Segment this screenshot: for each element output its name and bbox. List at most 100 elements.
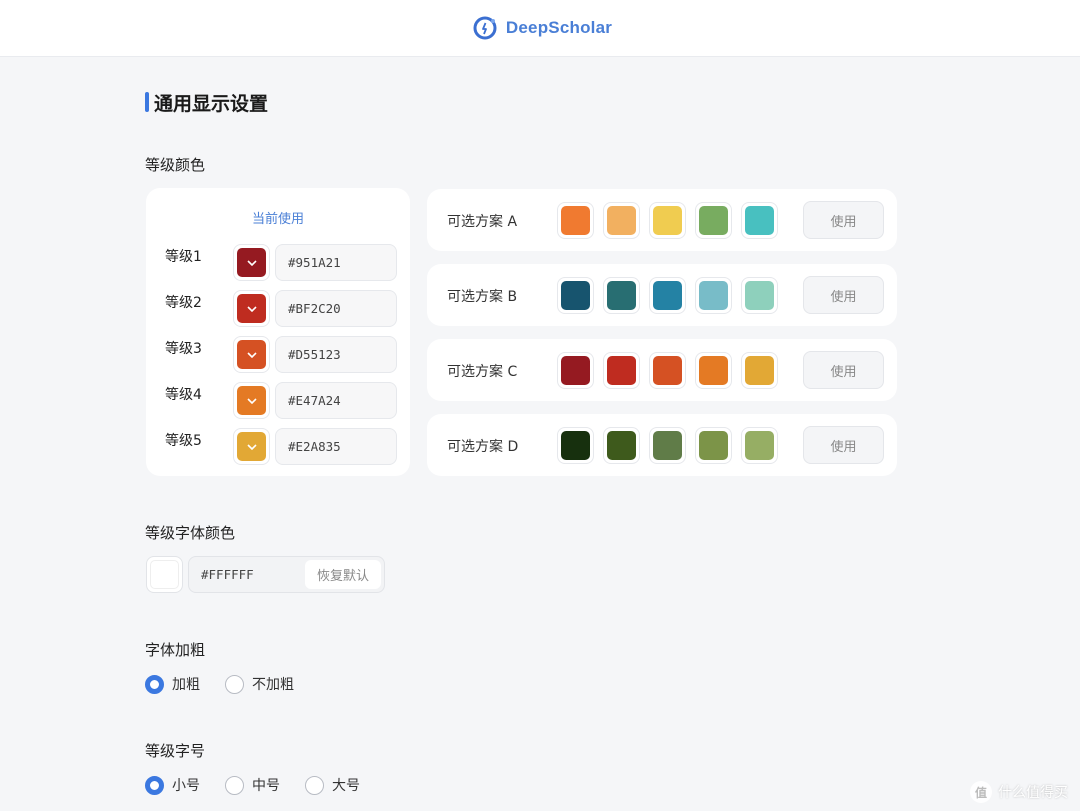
radio-label: 大号 bbox=[332, 778, 360, 794]
use-scheme-button[interactable]: 使用 bbox=[803, 276, 884, 314]
scheme-card: 可选方案 D 使用 bbox=[427, 414, 897, 476]
scheme-color-chip bbox=[561, 206, 590, 235]
chevron-down-icon bbox=[246, 259, 257, 266]
level-hex-input[interactable] bbox=[275, 382, 397, 419]
level-hex-input[interactable] bbox=[275, 244, 397, 281]
level-hex-input[interactable] bbox=[275, 290, 397, 327]
scheme-color-chip bbox=[745, 206, 774, 235]
scheme-color-swatch bbox=[557, 427, 594, 464]
scheme-color-swatch bbox=[741, 352, 778, 389]
scheme-color-swatch bbox=[649, 427, 686, 464]
radio-circle bbox=[145, 674, 164, 694]
scheme-color-chip bbox=[561, 281, 590, 310]
font-size-radio-group: 小号 中号 大号 bbox=[145, 775, 385, 795]
level-color-swatch bbox=[237, 248, 266, 277]
scheme-color-swatch bbox=[603, 202, 640, 239]
level-color-swatch bbox=[237, 386, 266, 415]
level-color-picker[interactable] bbox=[233, 428, 270, 465]
scheme-color-chip bbox=[699, 431, 728, 460]
level-colors-label: 等级颜色 bbox=[145, 156, 206, 174]
scheme-color-chip bbox=[653, 431, 682, 460]
level-row: 等级5 bbox=[146, 428, 410, 466]
scheme-color-swatch bbox=[649, 277, 686, 314]
scheme-card: 可选方案 C 使用 bbox=[427, 339, 897, 401]
level-row: 等级3 bbox=[146, 336, 410, 374]
scheme-color-chip bbox=[607, 356, 636, 385]
scheme-color-chip bbox=[561, 431, 590, 460]
font-size-option[interactable]: 中号 bbox=[225, 775, 280, 795]
radio-circle bbox=[305, 775, 324, 795]
current-colors-title: 当前使用 bbox=[251, 212, 304, 227]
scheme-card: 可选方案 B 使用 bbox=[427, 264, 897, 326]
font-color-swatch[interactable] bbox=[146, 556, 183, 593]
level-hex-input[interactable] bbox=[275, 428, 397, 465]
chevron-down-icon bbox=[246, 305, 257, 312]
level-name: 等级2 bbox=[165, 295, 202, 311]
scheme-color-chip bbox=[699, 206, 728, 235]
scheme-color-chip bbox=[561, 356, 590, 385]
font-bold-option[interactable]: 不加粗 bbox=[225, 674, 294, 694]
level-color-swatch bbox=[237, 432, 266, 461]
scheme-color-swatch bbox=[557, 277, 594, 314]
scheme-color-chip bbox=[653, 281, 682, 310]
scheme-color-chip bbox=[607, 281, 636, 310]
use-scheme-button[interactable]: 使用 bbox=[803, 201, 884, 239]
font-size-option[interactable]: 大号 bbox=[305, 775, 360, 795]
scheme-color-chip bbox=[699, 356, 728, 385]
scheme-name: 可选方案 A bbox=[447, 214, 518, 230]
app-name: DeepScholar bbox=[505, 18, 613, 37]
scheme-color-swatch bbox=[741, 277, 778, 314]
font-bold-radio-group: 加粗 不加粗 bbox=[145, 674, 319, 694]
scheme-color-swatch bbox=[695, 427, 732, 464]
chevron-down-icon bbox=[246, 351, 257, 358]
font-color-chip bbox=[150, 560, 179, 589]
scheme-color-chip bbox=[745, 281, 774, 310]
use-scheme-button[interactable]: 使用 bbox=[803, 426, 884, 464]
font-color-hex-input[interactable] bbox=[189, 557, 301, 592]
scheme-color-chip bbox=[745, 431, 774, 460]
scheme-color-swatch bbox=[741, 202, 778, 239]
scheme-color-swatch bbox=[603, 277, 640, 314]
scheme-color-chip bbox=[745, 356, 774, 385]
scheme-color-swatch bbox=[603, 352, 640, 389]
chevron-down-icon bbox=[246, 443, 257, 450]
scheme-color-chip bbox=[653, 206, 682, 235]
app-logo[interactable]: DeepScholar bbox=[472, 15, 612, 41]
use-scheme-button[interactable]: 使用 bbox=[803, 351, 884, 389]
scheme-card: 可选方案 A 使用 bbox=[427, 189, 897, 251]
scheme-color-swatch bbox=[695, 277, 732, 314]
scheme-color-chip bbox=[607, 206, 636, 235]
current-colors-card: 当前使用 等级1 等级2 等级3 等级4 等级5 bbox=[146, 188, 410, 476]
radio-circle bbox=[225, 674, 244, 694]
level-name: 等级3 bbox=[165, 341, 202, 357]
font-bold-option[interactable]: 加粗 bbox=[145, 674, 200, 694]
title-accent-bar bbox=[145, 92, 149, 112]
level-row: 等级4 bbox=[146, 382, 410, 420]
scheme-color-chip bbox=[607, 431, 636, 460]
scheme-color-swatch bbox=[557, 352, 594, 389]
reset-default-button[interactable]: 恢复默认 bbox=[305, 560, 381, 589]
deepscholar-logo-icon bbox=[473, 16, 497, 40]
level-color-swatch bbox=[237, 340, 266, 369]
watermark-text: 什么值得买 bbox=[998, 785, 1068, 801]
scheme-color-swatch bbox=[695, 352, 732, 389]
level-name: 等级4 bbox=[165, 387, 202, 403]
font-color-label: 等级字体颜色 bbox=[145, 524, 236, 542]
level-color-picker[interactable] bbox=[233, 244, 270, 281]
level-color-picker[interactable] bbox=[233, 290, 270, 327]
scheme-color-swatch bbox=[649, 352, 686, 389]
level-row: 等级1 bbox=[146, 244, 410, 282]
scheme-name: 可选方案 C bbox=[447, 364, 518, 380]
level-color-picker[interactable] bbox=[233, 336, 270, 373]
level-color-picker[interactable] bbox=[233, 382, 270, 419]
scheme-color-chip bbox=[653, 356, 682, 385]
scheme-color-swatch bbox=[557, 202, 594, 239]
level-row: 等级2 bbox=[146, 290, 410, 328]
level-hex-input[interactable] bbox=[275, 336, 397, 373]
scheme-color-swatch bbox=[603, 427, 640, 464]
watermark-logo-icon: 值 bbox=[970, 781, 992, 803]
scheme-color-swatch bbox=[741, 427, 778, 464]
scheme-name: 可选方案 D bbox=[447, 439, 519, 455]
radio-circle bbox=[145, 775, 164, 795]
font-size-option[interactable]: 小号 bbox=[145, 775, 200, 795]
